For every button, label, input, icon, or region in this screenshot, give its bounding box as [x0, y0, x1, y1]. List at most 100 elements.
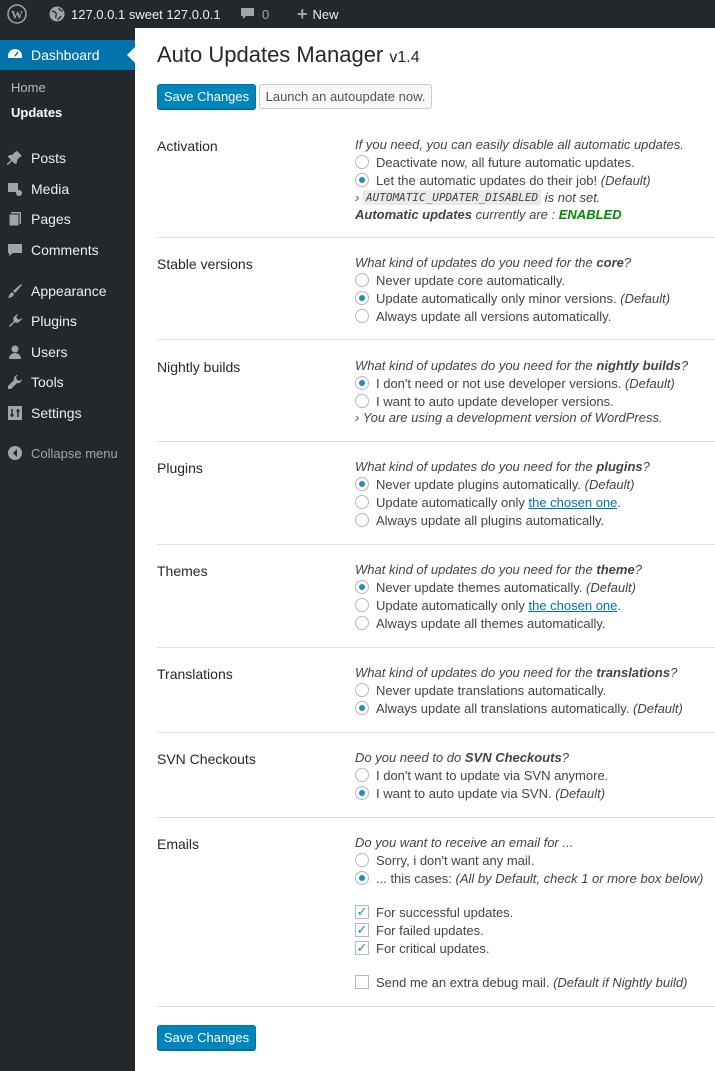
radio-button[interactable]	[355, 495, 369, 509]
radio-button[interactable]	[355, 513, 369, 527]
nightly-option-none[interactable]: I don't need or not use developer versio…	[355, 374, 675, 392]
default-note: (Default)	[586, 579, 636, 595]
radio-button[interactable]	[355, 768, 369, 782]
paintbrush-icon	[8, 284, 22, 298]
stable-versions-label: Stable versions	[157, 256, 253, 272]
submenu-updates[interactable]: Updates	[11, 105, 62, 120]
question-bold: translations	[596, 664, 671, 680]
svn-option-no[interactable]: I don't want to update via SVN anymore.	[355, 766, 608, 784]
email-critical-checkbox[interactable]: ✓ For critical updates.	[355, 939, 489, 957]
checkmark-icon[interactable]: ✓	[355, 923, 369, 937]
comment-bubble-icon	[241, 8, 254, 19]
question-bold: core	[596, 254, 624, 270]
question-end: ?	[623, 254, 632, 270]
stable-option-never[interactable]: Never update core automatically.	[355, 271, 565, 289]
chosen-theme-link[interactable]: the chosen one	[528, 598, 617, 613]
comments-link[interactable]: 0	[240, 0, 269, 28]
save-changes-button-top[interactable]: Save Changes	[157, 84, 256, 109]
save-changes-button-bottom[interactable]: Save Changes	[157, 1025, 256, 1050]
stable-option-minor[interactable]: Update automatically only minor versions…	[355, 289, 670, 307]
admin-sidebar: Dashboard Home Updates Posts Media Pages…	[0, 28, 135, 1071]
option-label: Always update all translations automatic…	[376, 700, 630, 716]
activation-question: If you need, you can easily disable all …	[355, 136, 684, 152]
menu-users[interactable]: Users	[0, 337, 135, 367]
radio-button[interactable]	[355, 376, 369, 390]
svn-option-yes[interactable]: I want to auto update via SVN. (Default)	[355, 784, 605, 802]
submenu-home[interactable]: Home	[11, 80, 46, 95]
radio-button[interactable]	[355, 273, 369, 287]
divider	[157, 544, 715, 545]
menu-comments[interactable]: Comments	[0, 235, 135, 265]
themes-option-all[interactable]: Always update all themes automatically.	[355, 614, 606, 632]
menu-media-label: Media	[31, 181, 70, 197]
pushpin-icon	[7, 151, 22, 165]
radio-button[interactable]	[355, 598, 369, 612]
emails-option-none[interactable]: Sorry, i don't want any mail.	[355, 851, 534, 869]
themes-option-never[interactable]: Never update themes automatically. (Defa…	[355, 578, 636, 596]
default-note: (All by Default, check 1 or more box bel…	[455, 870, 704, 886]
site-name-link[interactable]: 127.0.0.1 sweet 127.0.0.1	[49, 0, 221, 28]
radio-button[interactable]	[355, 580, 369, 594]
radio-button[interactable]	[355, 853, 369, 867]
menu-plugins[interactable]: Plugins	[0, 306, 135, 336]
translations-option-all[interactable]: Always update all translations automatic…	[355, 699, 683, 717]
radio-button[interactable]	[355, 701, 369, 715]
radio-button[interactable]	[355, 616, 369, 630]
menu-dashboard[interactable]: Dashboard	[0, 40, 135, 70]
email-debug-checkbox[interactable]: Send me an extra debug mail. (Default if…	[355, 973, 687, 991]
radio-button[interactable]	[355, 309, 369, 323]
menu-settings[interactable]: Settings	[0, 398, 135, 428]
menu-tools[interactable]: Tools	[0, 367, 135, 397]
plugins-option-all[interactable]: Always update all plugins automatically.	[355, 511, 604, 529]
email-success-checkbox[interactable]: ✓ For successful updates.	[355, 903, 513, 921]
radio-button[interactable]	[355, 155, 369, 169]
menu-appearance[interactable]: Appearance	[0, 276, 135, 306]
menu-posts[interactable]: Posts	[0, 143, 135, 173]
chosen-plugins-link[interactable]: the chosen one	[528, 495, 617, 510]
question-bold: plugins	[596, 458, 643, 474]
plugins-option-never[interactable]: Never update plugins automatically. (Def…	[355, 475, 634, 493]
page-title-text: Auto Updates Manager	[157, 42, 384, 67]
media-icon	[8, 183, 22, 196]
divider	[157, 647, 715, 648]
radio-button[interactable]	[355, 683, 369, 697]
translations-option-never[interactable]: Never update translations automatically.	[355, 681, 606, 699]
wordpress-logo-icon[interactable]: W	[7, 0, 27, 28]
option-label: Let the automatic updates do their job!	[376, 172, 598, 188]
menu-pages[interactable]: Pages	[0, 204, 135, 234]
emails-option-cases[interactable]: ... this cases: (All by Default, check 1…	[355, 869, 703, 887]
checkbox-empty[interactable]	[355, 975, 369, 989]
themes-option-chosen[interactable]: Update automatically only the chosen one…	[355, 596, 621, 614]
menu-tools-label: Tools	[31, 374, 64, 390]
default-note: (Default)	[555, 785, 606, 801]
checkmark-icon[interactable]: ✓	[355, 905, 369, 919]
radio-button[interactable]	[355, 173, 369, 187]
option-label: For failed updates.	[376, 922, 484, 938]
stable-option-all[interactable]: Always update all versions automatically…	[355, 307, 611, 325]
radio-button[interactable]	[355, 477, 369, 491]
themes-question: What kind of updates do you need for the…	[355, 560, 642, 578]
radio-button[interactable]	[355, 291, 369, 305]
option-label: For successful updates.	[376, 904, 514, 920]
automatic-updates-status: Automatic updates currently are : ENABLE…	[355, 205, 622, 223]
plugins-option-chosen[interactable]: Update automatically only the chosen one…	[355, 493, 621, 511]
option-label: Always update all versions automatically…	[376, 308, 612, 324]
launch-autoupdate-button[interactable]: Launch an autoupdate now.	[259, 84, 432, 109]
question-bold: theme	[596, 561, 635, 577]
menu-media[interactable]: Media	[0, 174, 135, 204]
collapse-menu-button[interactable]: Collapse menu	[0, 438, 135, 468]
new-content-link[interactable]: + New	[297, 0, 339, 28]
radio-button[interactable]	[355, 786, 369, 800]
radio-button[interactable]	[355, 394, 369, 408]
email-failed-checkbox[interactable]: ✓ For failed updates.	[355, 921, 484, 939]
plugin-version: v1.4	[389, 49, 420, 66]
activation-option-enable[interactable]: Let the automatic updates do their job! …	[355, 171, 651, 189]
divider	[157, 339, 715, 340]
checkmark-icon[interactable]: ✓	[355, 941, 369, 955]
option-label: Update automatically only	[376, 494, 525, 510]
divider	[157, 1006, 715, 1007]
activation-option-deactivate[interactable]: Deactivate now, all future automatic upd…	[355, 153, 635, 171]
current-menu-arrow	[127, 47, 135, 63]
radio-button[interactable]	[355, 871, 369, 885]
menu-appearance-label: Appearance	[31, 283, 107, 299]
